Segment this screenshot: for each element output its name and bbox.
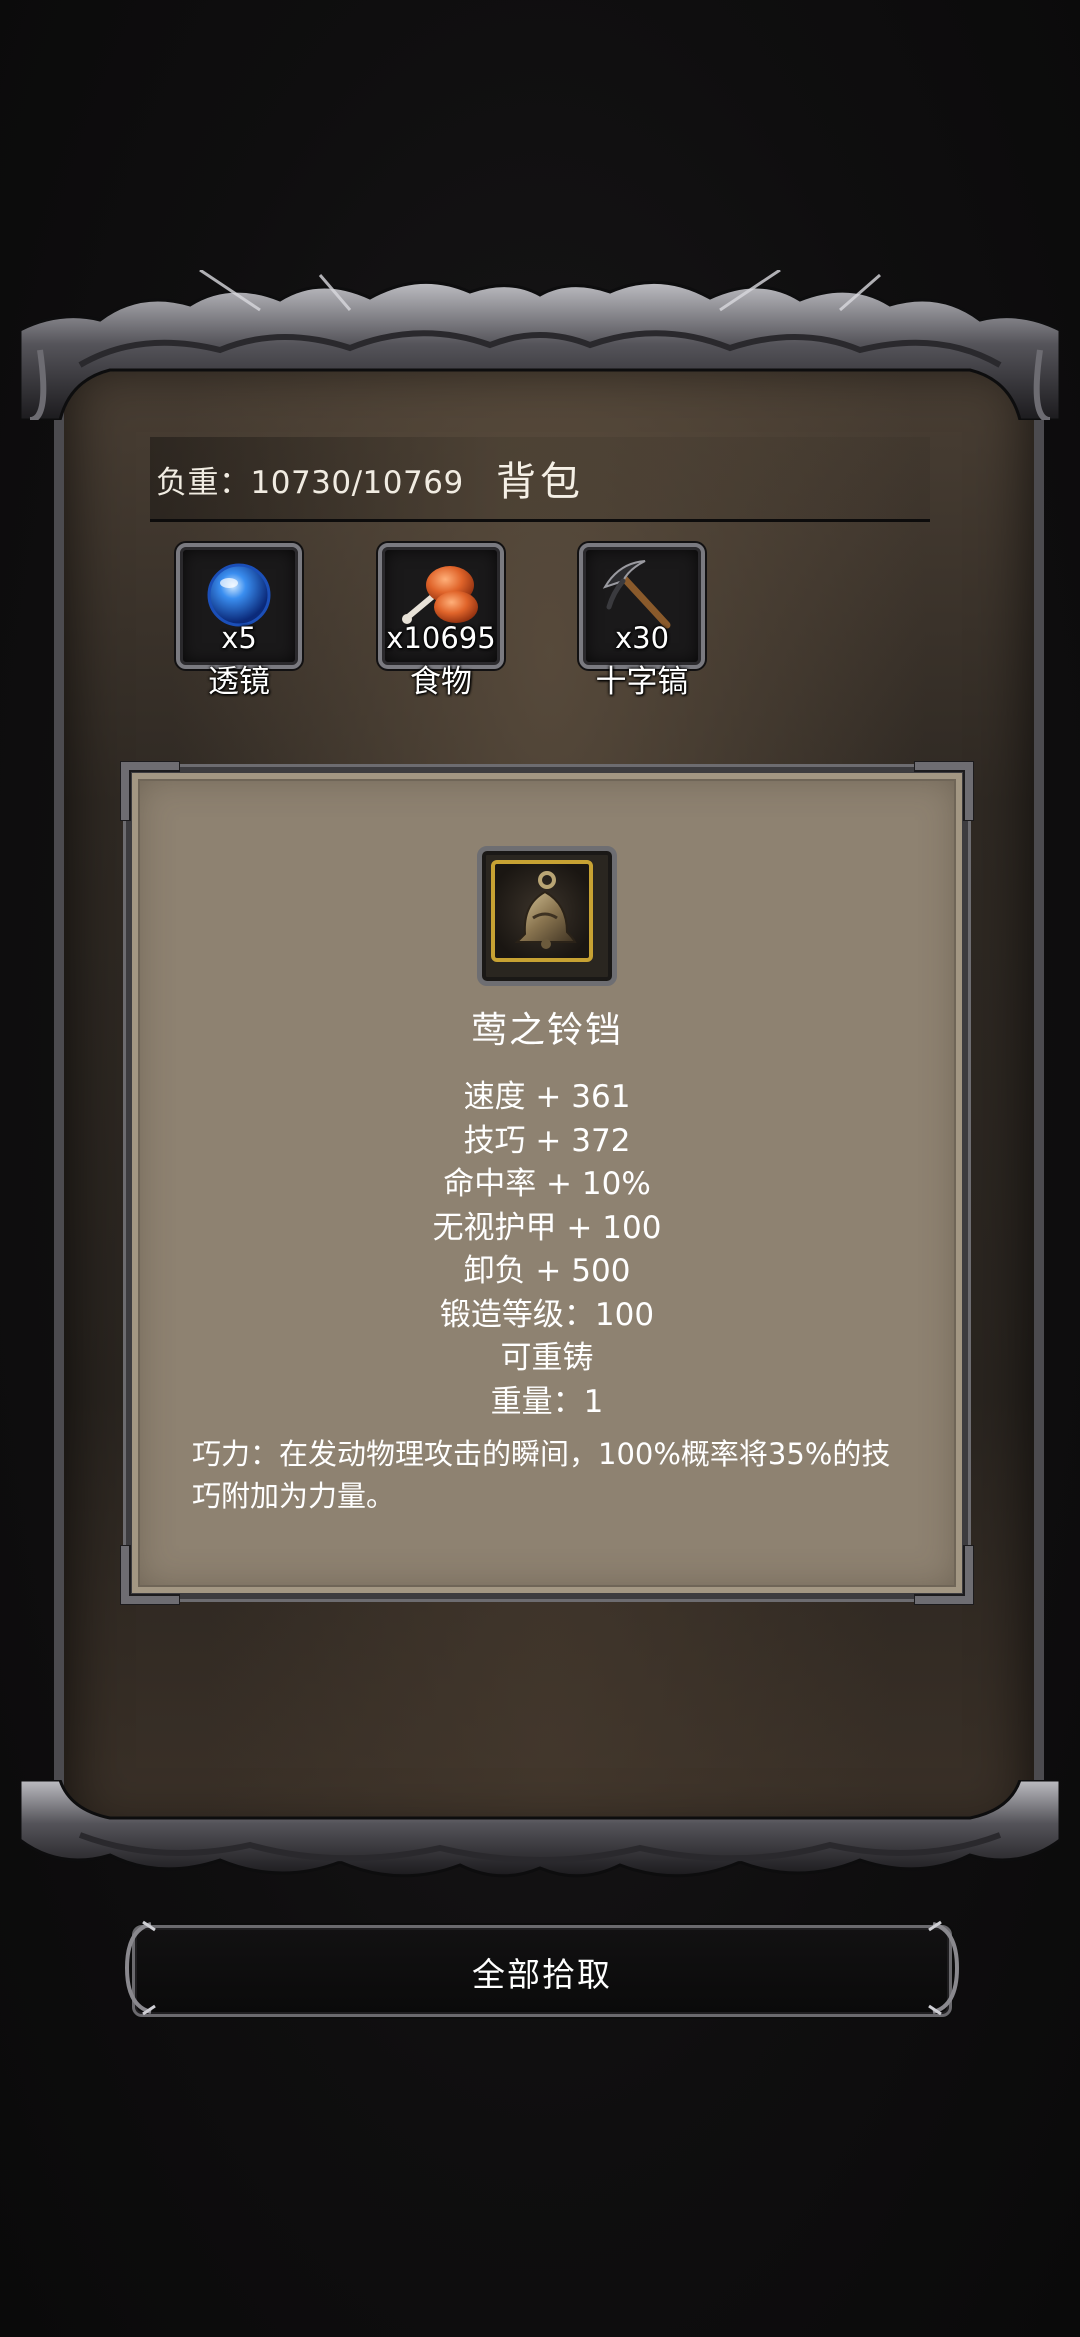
stat-line: 命中率 + 10% xyxy=(443,1166,651,1202)
backpack-header: 负重：10730/10769 背包 xyxy=(150,437,930,522)
inventory-slot-lens[interactable]: x5 透镜 xyxy=(176,543,302,700)
slot-name: 十字镐 xyxy=(595,664,689,700)
bell-icon xyxy=(514,871,577,949)
stat-line: 重量：1 xyxy=(490,1383,604,1420)
item-rarity-border xyxy=(491,860,593,962)
slot-count: x30 xyxy=(614,621,670,655)
slot-name: 透镜 xyxy=(208,664,270,700)
collect-all-label: 全部拾取 xyxy=(472,1955,612,1994)
stat-line: 速度 + 361 xyxy=(463,1079,631,1115)
slot-name: 食物 xyxy=(410,664,472,700)
stat-line: 技巧 + 372 xyxy=(463,1122,631,1159)
weight-label: 负重：10730/10769 xyxy=(156,465,464,501)
item-stats-list: 速度 + 361 技巧 + 372 命中率 + 10% 无视护甲 + 100 卸… xyxy=(132,1076,962,1424)
game-screen: 负重：10730/10769 背包 x5 透镜 x10695 食物 x30 十字… xyxy=(0,0,1080,2337)
item-detail-card: 莺之铃铛 速度 + 361 技巧 + 372 命中率 + 10% 无视护甲 + … xyxy=(120,761,974,1605)
inventory-slot-pickaxe[interactable]: x30 十字镐 xyxy=(579,543,705,700)
corner-ornament xyxy=(914,761,974,821)
stat-line: 锻造等级：100 xyxy=(439,1296,655,1333)
item-name: 莺之铃铛 xyxy=(470,1010,623,1051)
slot-count: x10695 xyxy=(386,621,496,655)
stat-line: 卸负 + 500 xyxy=(463,1253,631,1289)
item-icon-frame xyxy=(477,846,617,986)
corner-ornament xyxy=(914,1545,974,1605)
corner-ornament xyxy=(120,1545,180,1605)
corner-ornament xyxy=(120,761,180,821)
stat-line: 可重铸 xyxy=(500,1340,594,1376)
inventory-slot-food[interactable]: x10695 食物 xyxy=(378,543,504,700)
collect-all-button[interactable]: 全部拾取 xyxy=(124,1920,960,2017)
panel-title: 背包 xyxy=(496,459,584,505)
bottom-ornament-decoration xyxy=(20,1780,1060,1878)
stat-line: 无视护甲 + 100 xyxy=(432,1209,662,1246)
slot-count: x5 xyxy=(221,621,257,655)
top-ornament-decoration xyxy=(20,270,1060,420)
item-description: 巧力：在发动物理攻击的瞬间，100%概率将35%的技巧附加为力量。 xyxy=(192,1437,891,1513)
